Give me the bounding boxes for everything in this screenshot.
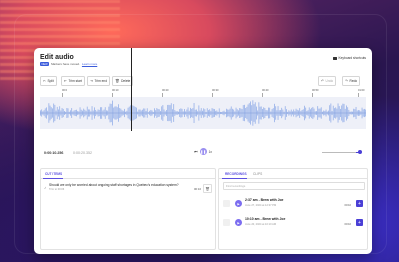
tab-recordings[interactable]: RECORDINGS xyxy=(225,172,247,176)
current-time: 0:00:10.256 xyxy=(44,151,64,155)
dialog-title: Edit audio xyxy=(40,54,74,61)
trim-end-label: Trim end xyxy=(94,79,107,83)
speed-button[interactable]: 1x xyxy=(209,150,212,154)
recording-avatar: ▶ xyxy=(235,200,242,207)
split-button[interactable]: ✂ Split xyxy=(40,76,57,86)
ruler-tick: 00:30 xyxy=(212,89,219,97)
audio-clip-icon: ♪ xyxy=(44,185,46,190)
waveform-track[interactable] xyxy=(40,97,367,129)
ruler-tick: 00:50 xyxy=(312,89,319,97)
add-recording-button[interactable]: + xyxy=(356,219,363,226)
waveform xyxy=(40,100,367,126)
recording-date: June 27, 2024 at 12:37 PM xyxy=(245,203,277,207)
recordings-tabs: RECORDINGS CLIPS xyxy=(219,169,367,179)
active-tab-indicator xyxy=(222,177,247,179)
recording-length: 00:10 xyxy=(344,203,352,207)
volume-slider[interactable] xyxy=(322,150,362,155)
edit-toolbar: ✂ Split ⇤ Trim start ⇥ Trim end 🗑 Delete… xyxy=(40,76,366,86)
split-label: Split xyxy=(47,79,54,83)
transport: ⏮ ❚❚ 1x xyxy=(194,148,212,155)
ruler-tick: 00:40 xyxy=(262,89,269,97)
edit-audio-dialog: Edit audio Keyboard shortcuts NEW Marker… xyxy=(34,48,372,254)
player-controls: 0:00:10.256 0:00:20.352 ⏮ ❚❚ 1x xyxy=(40,148,366,158)
ruler-tick: 00:0 xyxy=(62,89,68,97)
redo-button[interactable]: ↷ Redo xyxy=(342,76,361,86)
ruler-tick: 01:00 xyxy=(358,89,365,97)
trim-start-label: Trim start xyxy=(68,79,82,83)
recording-checkbox[interactable] xyxy=(223,219,230,226)
recording-item[interactable]: ▶ 10:10 am - Brew with Joe June 20, 2024… xyxy=(223,214,363,230)
notice-text: Markers have moved. xyxy=(51,62,80,66)
scissors-icon: ✂ xyxy=(43,79,47,83)
recording-checkbox[interactable] xyxy=(223,200,230,207)
active-tab-indicator xyxy=(43,177,63,179)
redo-icon: ↷ xyxy=(345,79,349,83)
cut-item-meta: Trim to 00:06 xyxy=(49,188,65,191)
undo-label: Undo xyxy=(325,79,334,83)
recording-item[interactable]: ▶ 2:37 am - Brew with Joe June 27, 2024 … xyxy=(223,195,363,211)
notice-bar: NEW Markers have moved. Learn more xyxy=(40,62,97,66)
recording-date: June 20, 2024 at 10:10 AM xyxy=(245,222,277,226)
undo-button[interactable]: ↶ Undo xyxy=(318,76,337,86)
tab-cut-items[interactable]: CUT ITEMS xyxy=(45,172,62,176)
add-recording-button[interactable]: + xyxy=(356,200,363,207)
tab-clips[interactable]: CLIPS xyxy=(253,172,262,176)
trim-end-icon: ⇥ xyxy=(90,79,94,83)
cut-item-delete-button[interactable]: 🗑 xyxy=(203,184,212,193)
recording-avatar: ▶ xyxy=(235,219,242,226)
keyboard-shortcuts-label: Keyboard shortcuts xyxy=(338,56,366,60)
learn-more-link[interactable]: Learn more xyxy=(82,62,97,66)
keyboard-shortcuts-link[interactable]: Keyboard shortcuts xyxy=(332,56,366,60)
cut-item-question: Should we only be worried about ongoing … xyxy=(49,183,179,187)
recording-length: 00:10 xyxy=(344,222,352,226)
trim-start-icon: ⇤ xyxy=(64,79,68,83)
play-button[interactable]: ❚❚ xyxy=(199,148,207,155)
keyboard-icon xyxy=(332,56,337,60)
trim-end-button[interactable]: ⇥ Trim end xyxy=(87,76,110,86)
delete-label: Delete xyxy=(121,79,131,83)
recordings-search-input[interactable]: Find recordings xyxy=(223,182,365,190)
recordings-panel: RECORDINGS CLIPS Find recordings ▶ 2:37 … xyxy=(218,168,368,250)
undo-icon: ↶ xyxy=(321,79,325,83)
recording-title: 2:37 am - Brew with Joe xyxy=(245,198,284,202)
cut-item-duration: 00:10 xyxy=(194,187,201,191)
skip-back-icon[interactable]: ⏮ xyxy=(194,149,198,154)
ruler-tick: 00:10 xyxy=(112,89,119,97)
trim-start-button[interactable]: ⇤ Trim start xyxy=(61,76,85,86)
redo-label: Redo xyxy=(349,79,358,83)
trash-icon: 🗑 xyxy=(115,79,120,83)
cut-items-panel: CUT ITEMS ♪ Should we only be worried ab… xyxy=(40,168,216,250)
recording-title: 10:10 am - Brew with Joe xyxy=(245,217,286,221)
new-badge: NEW xyxy=(40,62,50,66)
cut-items-tabs: CUT ITEMS xyxy=(41,169,215,179)
total-time: 0:00:20.352 xyxy=(73,151,92,155)
volume-knob[interactable] xyxy=(357,150,362,155)
ruler-tick: 00:20 xyxy=(162,89,169,97)
cut-item[interactable]: ♪ Should we only be worried about ongoin… xyxy=(43,182,213,194)
playhead[interactable] xyxy=(131,48,132,131)
